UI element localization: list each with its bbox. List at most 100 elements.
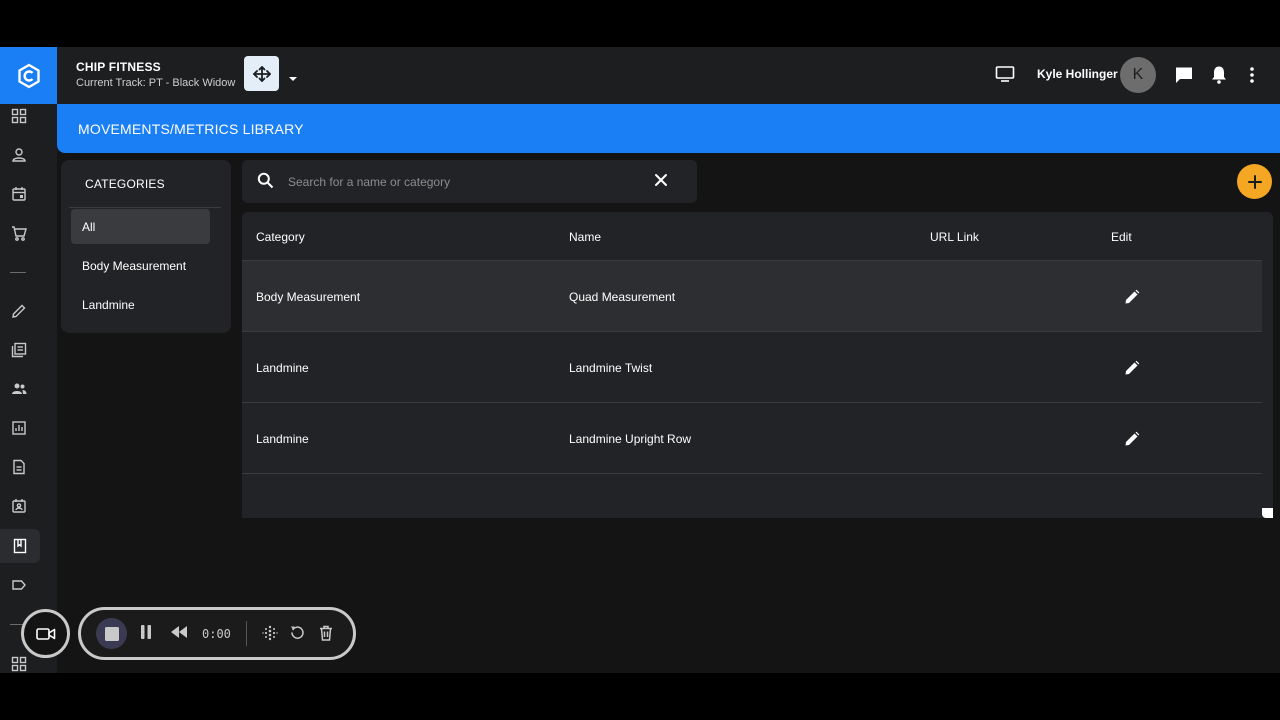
dashboard-icon: [11, 108, 27, 124]
sidebar-item-edit[interactable]: [8, 300, 30, 322]
cell-category: Landmine: [256, 361, 309, 375]
sidebar-item-store[interactable]: [8, 222, 30, 244]
edit-button[interactable]: [1122, 287, 1142, 307]
scroll-corner: [1262, 508, 1273, 518]
messages-button[interactable]: [1174, 66, 1194, 84]
sidebar-divider: [10, 272, 26, 273]
sidebar-item-groups[interactable]: [8, 378, 30, 400]
table-row[interactable]: Landmine Landmine Twist: [242, 332, 1262, 403]
cell-category: Body Measurement: [256, 290, 361, 304]
brand-name: CHIP FITNESS: [76, 60, 161, 74]
table-header: Category Name URL Link Edit: [242, 212, 1262, 261]
chat-icon: [1176, 67, 1192, 83]
sidebar-item-contacts[interactable]: [8, 495, 30, 517]
categories-panel: CATEGORIES All Body Measurement Landmine: [61, 160, 231, 333]
plus-icon: [1247, 174, 1262, 189]
column-header-category[interactable]: Category: [256, 230, 305, 244]
grid-dots-icon: [262, 625, 278, 641]
rewind-button[interactable]: [170, 625, 188, 639]
move-arrows-icon: [252, 65, 271, 82]
page-banner: MOVEMENTS/METRICS LIBRARY: [57, 104, 1280, 153]
sidebar-item-analytics[interactable]: [8, 417, 30, 439]
search-input[interactable]: [288, 168, 638, 195]
user-name[interactable]: Kyle Hollinger: [1037, 67, 1118, 81]
top-bar: CHIP FITNESS Current Track: PT - Black W…: [57, 47, 1280, 104]
display-button[interactable]: [995, 65, 1015, 83]
app-logo[interactable]: [0, 47, 57, 104]
person-icon: [12, 148, 26, 162]
stop-icon: [104, 626, 119, 641]
sidebar-item-programs[interactable]: [8, 339, 30, 361]
dashboard-icon: [11, 656, 27, 672]
monitor-icon: [995, 66, 1015, 82]
video-camera-icon: [35, 627, 55, 640]
sidebar-item-library[interactable]: [0, 529, 40, 563]
notifications-button[interactable]: [1211, 65, 1227, 84]
categories-divider: [69, 207, 221, 208]
restart-icon: [291, 626, 304, 639]
edit-button[interactable]: [1122, 358, 1142, 378]
pencil-icon: [1125, 360, 1140, 375]
page-title: MOVEMENTS/METRICS LIBRARY: [78, 121, 304, 137]
sidebar-item-dashboard[interactable]: [8, 105, 30, 127]
group-icon: [12, 383, 27, 394]
delete-recording-button[interactable]: [319, 625, 333, 641]
table-row[interactable]: Body Measurement Quad Measurement: [242, 261, 1262, 332]
column-header-name[interactable]: Name: [569, 230, 601, 244]
edit-button[interactable]: [1122, 429, 1142, 449]
cart-icon: [12, 226, 27, 241]
more-vertical-icon: [1250, 67, 1254, 83]
trash-icon: [320, 625, 332, 641]
movements-table: Category Name URL Link Edit Body Measure…: [242, 212, 1273, 518]
logo-icon: [17, 63, 40, 88]
stop-recording-button[interactable]: [96, 618, 127, 649]
column-header-url-link[interactable]: URL Link: [930, 230, 979, 244]
table-row[interactable]: Landmine Landmine Upright Row: [242, 403, 1262, 474]
pause-icon: [141, 625, 151, 639]
sidebar-item-dashboard-secondary[interactable]: [8, 653, 30, 673]
close-icon: [655, 174, 667, 186]
rewind-icon: [171, 626, 187, 638]
cell-name: Landmine Upright Row: [569, 432, 692, 446]
sidebar-item-schedule[interactable]: [8, 183, 30, 205]
sidebar: [0, 47, 57, 673]
cell-name: Quad Measurement: [569, 290, 676, 304]
category-item-all[interactable]: All: [71, 209, 210, 244]
pencil-icon: [1125, 431, 1140, 446]
cell-name: Landmine Twist: [569, 361, 653, 375]
calendar-icon: [12, 187, 26, 201]
restart-recording-button[interactable]: [290, 625, 305, 640]
pencil-icon: [1125, 289, 1140, 304]
sidebar-item-clients[interactable]: [8, 144, 30, 166]
app-shell: CHIP FITNESS Current Track: PT - Black W…: [0, 47, 1280, 673]
blur-button[interactable]: [262, 625, 278, 641]
search-icon: [257, 172, 274, 189]
book-icon: [13, 538, 27, 554]
category-item-body-measurement[interactable]: Body Measurement: [71, 248, 210, 283]
categories-header: CATEGORIES: [85, 177, 165, 191]
current-track: Current Track: PT - Black Widow: [76, 77, 236, 89]
add-movement-button[interactable]: [1237, 164, 1272, 199]
pause-recording-button[interactable]: [140, 625, 152, 639]
cell-category: Landmine: [256, 432, 309, 446]
recording-timer: 0:00: [202, 627, 231, 641]
track-dropdown-caret[interactable]: [288, 69, 298, 87]
recording-controls: 0:00: [78, 607, 356, 660]
clear-search-button[interactable]: [654, 173, 668, 192]
pencil-icon: [12, 304, 26, 318]
sidebar-item-tags[interactable]: [8, 574, 30, 596]
chevron-down-icon: [289, 77, 297, 81]
track-selector-button[interactable]: [244, 56, 279, 91]
avatar[interactable]: K: [1120, 57, 1156, 93]
column-header-edit: Edit: [1111, 230, 1132, 244]
controls-divider: [246, 621, 247, 646]
search-bar: [242, 160, 697, 203]
document-icon: [13, 459, 25, 475]
library-books-icon: [11, 342, 27, 358]
more-menu-button[interactable]: [1249, 66, 1255, 84]
sidebar-item-documents[interactable]: [8, 456, 30, 478]
contact-calendar-icon: [12, 499, 26, 513]
search-button[interactable]: [257, 172, 274, 194]
camera-toggle-button[interactable]: [21, 609, 70, 658]
category-item-landmine[interactable]: Landmine: [71, 287, 210, 322]
